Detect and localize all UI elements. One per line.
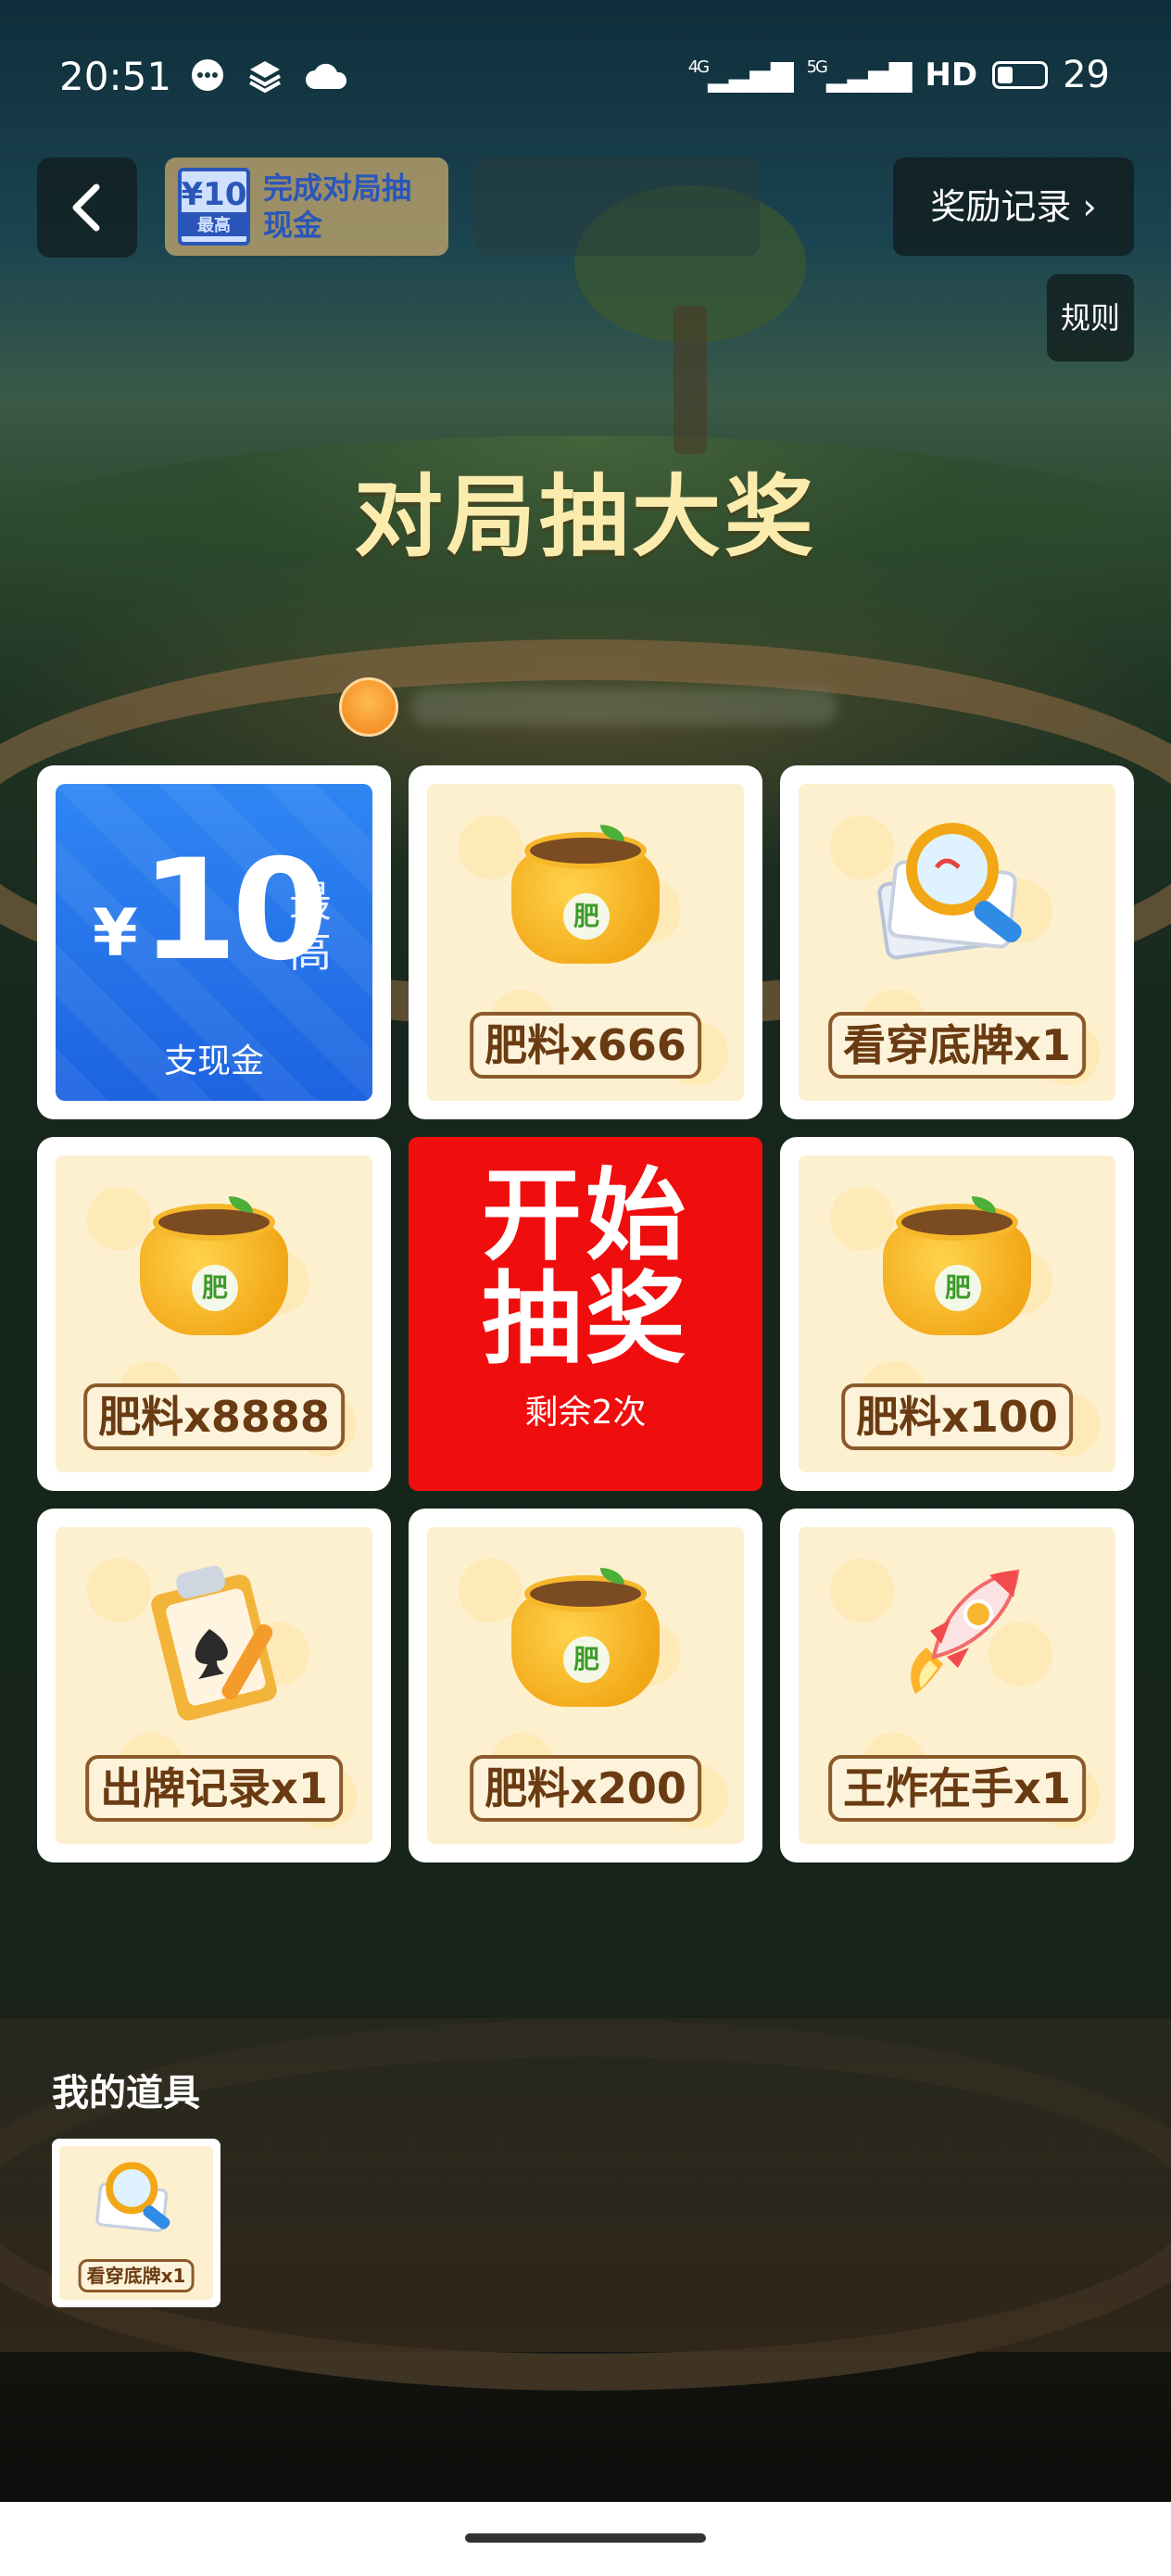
home-indicator[interactable] — [465, 2533, 706, 2543]
prize-label: 肥料x100 — [841, 1383, 1073, 1450]
cloud-icon — [304, 57, 348, 95]
hd-voice-label: HD — [925, 57, 978, 94]
status-right: 4G▂▃▅▇ 5G▂▃▅▇ HD 29 — [688, 54, 1110, 96]
magnifier-cards-icon — [95, 2162, 170, 2232]
signal-5g-label: 5G — [806, 57, 828, 77]
fertilizer-bag-icon: 肥 — [511, 825, 660, 964]
remaining-draws: 剩余2次 — [524, 1394, 647, 1432]
rocket-icon — [911, 1569, 1020, 1694]
battery-level: 29 — [1063, 54, 1110, 96]
prop-label: 看穿底牌x1 — [78, 2259, 195, 2292]
layers-icon — [246, 57, 283, 95]
cash-currency: ¥ — [93, 895, 138, 971]
cash-prize: ¥ 10 最高 支现金 — [56, 784, 372, 1101]
chevron-right-icon: › — [1071, 186, 1097, 227]
back-button[interactable] — [37, 158, 137, 258]
fertilizer-badge: 肥 — [192, 1265, 238, 1311]
start-draw-button[interactable]: 开始抽奖 剩余2次 — [409, 1137, 762, 1491]
nav-placeholder — [476, 158, 760, 256]
rules-button[interactable]: 规则 — [1047, 274, 1134, 361]
notification-icons — [189, 57, 348, 95]
reward-records-label: 奖励记录 — [930, 186, 1072, 227]
prize-cell-rocket: 王炸在手x1 — [780, 1509, 1134, 1863]
prize-cell-fertilizer-200: 肥 肥料x200 — [409, 1509, 762, 1863]
background-tree-trunk — [674, 306, 707, 454]
prize-label: 看穿底牌x1 — [828, 1012, 1086, 1079]
prize-cell-play-record: 出牌记录x1 — [37, 1509, 391, 1863]
fertilizer-badge: 肥 — [935, 1265, 981, 1311]
ticker-text-blurred — [411, 688, 837, 726]
fertilizer-bag-icon: 肥 — [883, 1196, 1031, 1335]
status-time: 20:51 — [59, 54, 172, 99]
cash-promo-banner[interactable]: ¥10 最高 完成对局抽现金 — [165, 158, 448, 256]
promo-badge: ¥10 最高 — [178, 168, 250, 246]
promo-badge-amount: ¥10 — [181, 176, 247, 213]
prize-grid: ¥ 10 最高 支现金 肥 肥料x666 看穿底牌x1 肥 肥料x8888 开始… — [37, 765, 1134, 1863]
cash-method: 支现金 — [163, 1042, 264, 1080]
status-bar: 20:51 4G▂▃▅▇ 5G▂▃▅▇ HD 29 — [0, 0, 1171, 158]
signal-4g-label: 4G — [687, 57, 710, 77]
navigation-bar — [0, 2502, 1171, 2576]
promo-badge-sub: 最高 — [182, 212, 246, 236]
signal-5g-icon: 5G▂▃▅▇ — [806, 57, 913, 93]
prize-cell-fertilizer-8888: 肥 肥料x8888 — [37, 1137, 391, 1491]
ticker-avatar — [339, 677, 398, 737]
prop-card[interactable]: 看穿底牌x1 — [52, 2139, 220, 2307]
prize-cell-see-hand: 看穿底牌x1 — [780, 765, 1134, 1119]
prize-label: 肥料x8888 — [83, 1383, 345, 1450]
prize-label: 肥料x666 — [470, 1012, 701, 1079]
winner-ticker — [339, 676, 837, 738]
fertilizer-bag-icon: 肥 — [140, 1196, 288, 1335]
page-title: 对局抽大奖 — [354, 465, 817, 569]
message-icon — [189, 57, 226, 95]
start-draw-label: 开始抽奖 — [481, 1158, 689, 1378]
battery-icon — [992, 61, 1049, 89]
prize-label: 出牌记录x1 — [85, 1755, 343, 1822]
cash-max-tag: 最高 — [289, 877, 332, 977]
fertilizer-badge: 肥 — [563, 1636, 610, 1683]
prize-cell-fertilizer-100: 肥 肥料x100 — [780, 1137, 1134, 1491]
prize-label: 肥料x200 — [470, 1755, 701, 1822]
reward-records-button[interactable]: 奖励记录 › — [893, 158, 1134, 256]
fertilizer-badge: 肥 — [563, 893, 610, 940]
props-title: 我的道具 — [52, 2072, 200, 2115]
prize-cell-cash: ¥ 10 最高 支现金 — [37, 765, 391, 1119]
chevron-left-icon — [72, 183, 100, 232]
prize-cell-fertilizer-666: 肥 肥料x666 — [409, 765, 762, 1119]
fertilizer-bag-icon: 肥 — [511, 1568, 660, 1707]
clipboard-spade-icon — [151, 1565, 277, 1721]
promo-text: 完成对局抽现金 — [263, 170, 412, 243]
prize-label: 王炸在手x1 — [828, 1755, 1086, 1822]
signal-4g-icon: 4G▂▃▅▇ — [687, 57, 794, 93]
app-screen: 20:51 4G▂▃▅▇ 5G▂▃▅▇ HD 29 ¥10 最高 完成对局抽现金… — [0, 0, 1171, 2576]
magnifier-cards-icon — [877, 823, 1022, 960]
